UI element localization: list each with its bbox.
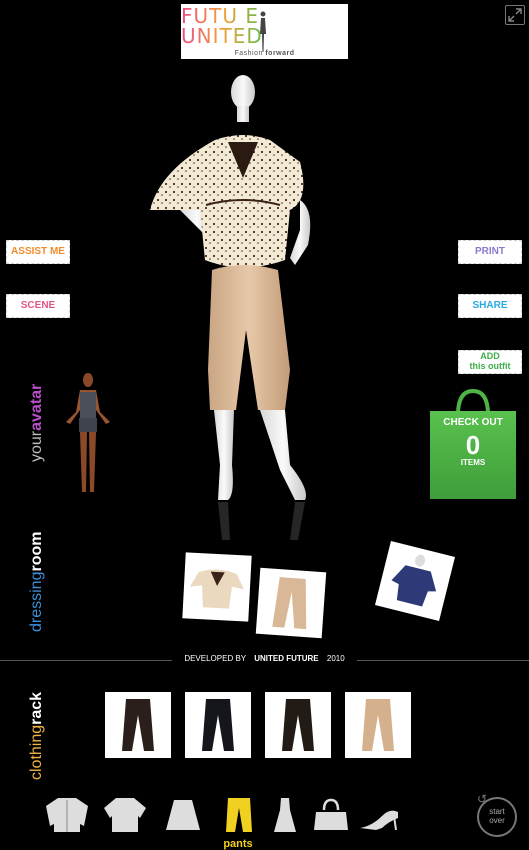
avatar-figure[interactable] (60, 372, 116, 497)
fullscreen-button[interactable] (505, 5, 525, 25)
dressing-room-top[interactable] (182, 552, 252, 622)
shirt-category[interactable] (102, 796, 148, 836)
dress-category[interactable] (262, 796, 308, 836)
jacket-icon (46, 798, 88, 832)
heel-icon (360, 810, 398, 831)
rack-item-tan-pants[interactable] (345, 692, 411, 758)
bag-category[interactable] (308, 796, 354, 836)
pants-thumbnail (202, 699, 234, 751)
rack-item-black-pants-2[interactable] (185, 692, 251, 758)
start-over-button[interactable]: ↺ start over (477, 792, 517, 837)
refresh-arrow-icon: ↺ (477, 792, 488, 806)
mannequin-outfit (150, 75, 311, 540)
navy-top-thumbnail (391, 554, 437, 607)
pants-thumbnail (122, 699, 154, 751)
checkout-count: 0 (465, 430, 481, 460)
shirt-icon (104, 798, 146, 832)
pants-icon (226, 798, 252, 832)
your-avatar-label[interactable]: youravatar (28, 384, 46, 462)
skirt-icon (166, 800, 200, 830)
clothing-rack-label: clothingrack (28, 691, 45, 780)
checkout-bag-button[interactable]: CHECK OUT 0 ITEMS (430, 387, 516, 499)
dressing-room-label: dressingroom (28, 531, 45, 632)
share-button[interactable]: SHARE (458, 294, 522, 318)
future-united-logo: FUTU E UNITED Fashion forward (181, 4, 348, 59)
blouse-thumbnail (189, 569, 244, 609)
assist-me-button[interactable]: ASSIST ME (6, 240, 70, 264)
jacket-category[interactable] (44, 796, 90, 836)
logo-figure-icon (260, 11, 266, 52)
scene-button[interactable]: SCENE (6, 294, 70, 318)
skirt-category[interactable] (160, 796, 206, 836)
bag-icon (314, 798, 348, 830)
pants-category[interactable] (216, 796, 262, 836)
pants-thumbnail (282, 699, 314, 751)
add-this-outfit-button[interactable]: ADD this outfit (458, 350, 522, 374)
dressing-room-pants[interactable] (255, 567, 327, 639)
rack-item-black-pants-1[interactable] (105, 692, 171, 758)
pants-thumbnail (272, 577, 307, 630)
rack-item-black-pants-3[interactable] (265, 692, 331, 758)
pants-thumbnail (362, 699, 394, 751)
developer-credit: DEVELOPED BY UNITED FUTURE 2010 (0, 654, 529, 663)
shoes-category[interactable] (356, 796, 402, 836)
dress-icon (274, 798, 296, 832)
checkout-items-label: ITEMS (460, 458, 486, 467)
clothing-rack (105, 692, 411, 758)
checkout-label: CHECK OUT (443, 417, 503, 428)
selected-category-label: pants (223, 838, 253, 850)
print-button[interactable]: PRINT (458, 240, 522, 264)
expand-icon (508, 8, 522, 22)
dressing-room-shirt[interactable] (374, 540, 456, 622)
